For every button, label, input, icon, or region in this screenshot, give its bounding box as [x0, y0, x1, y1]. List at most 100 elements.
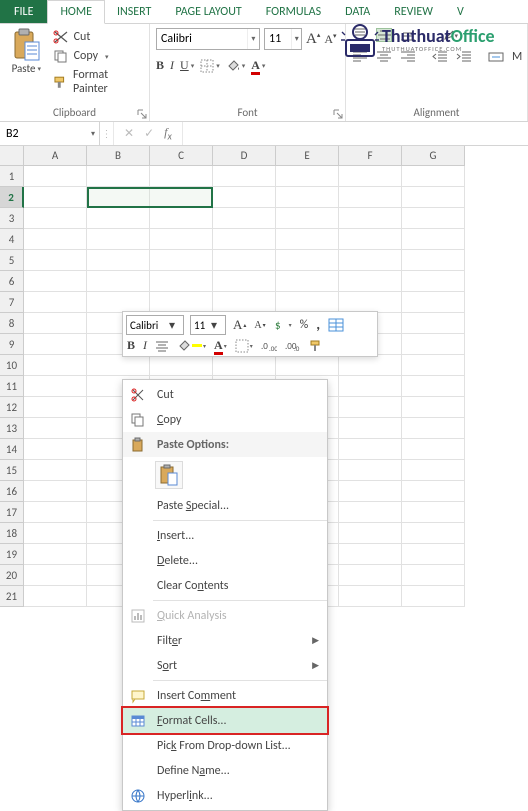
mini-decrease-font[interactable]: A▾: [253, 320, 266, 331]
mini-font-name[interactable]: ▾: [126, 315, 184, 335]
mini-format-painter[interactable]: [308, 339, 324, 353]
cell-E3[interactable]: [276, 208, 339, 229]
tab-review[interactable]: REVIEW: [382, 0, 445, 23]
name-box[interactable]: ▾: [0, 122, 100, 145]
cell-D10[interactable]: [213, 355, 276, 376]
copy-button[interactable]: Copy▾: [53, 49, 143, 63]
cell-G17[interactable]: [402, 502, 465, 523]
cell-F20[interactable]: [339, 565, 402, 586]
mini-format-table[interactable]: [327, 318, 345, 332]
row-head-10[interactable]: 10: [0, 355, 24, 376]
ctx-insert[interactable]: Insert...: [123, 523, 327, 548]
cell-G19[interactable]: [402, 544, 465, 565]
bold-button[interactable]: B: [156, 58, 164, 73]
orientation-button[interactable]: ▾: [442, 28, 458, 42]
cell-A19[interactable]: [24, 544, 87, 565]
cell-G7[interactable]: [402, 292, 465, 313]
cell-F16[interactable]: [339, 481, 402, 502]
row-head-9[interactable]: 9: [0, 334, 24, 355]
cell-F2[interactable]: [339, 187, 402, 208]
cell-F3[interactable]: [339, 208, 402, 229]
row-head-15[interactable]: 15: [0, 460, 24, 481]
cell-A13[interactable]: [24, 418, 87, 439]
cut-button[interactable]: Cut: [53, 30, 143, 44]
cell-F13[interactable]: [339, 418, 402, 439]
col-head-B[interactable]: B: [87, 146, 150, 166]
cell-C5[interactable]: [150, 250, 213, 271]
cell-F21[interactable]: [339, 586, 402, 607]
ctx-paste-default[interactable]: [155, 461, 183, 489]
decrease-indent-button[interactable]: [432, 50, 448, 64]
align-bottom-button[interactable]: [400, 28, 416, 42]
mini-fill-color[interactable]: ▾: [176, 339, 207, 353]
font-size-input[interactable]: [265, 32, 291, 46]
cell-A11[interactable]: [24, 376, 87, 397]
cell-A12[interactable]: [24, 397, 87, 418]
row-head-16[interactable]: 16: [0, 481, 24, 502]
cell-G8[interactable]: [402, 313, 465, 334]
fx-icon[interactable]: fx: [164, 125, 172, 142]
row-head-8[interactable]: 8: [0, 313, 24, 334]
cell-G14[interactable]: [402, 439, 465, 460]
cell-B1[interactable]: [87, 166, 150, 187]
cell-C7[interactable]: [150, 292, 213, 313]
mini-align-center[interactable]: [154, 340, 170, 352]
cell-A8[interactable]: [24, 313, 87, 334]
align-center-button[interactable]: [376, 50, 392, 64]
mini-borders[interactable]: ▾: [234, 339, 254, 353]
align-left-button[interactable]: [352, 50, 368, 64]
mini-accounting-format[interactable]: $▾: [273, 318, 293, 332]
cell-B6[interactable]: [87, 271, 150, 292]
cancel-icon[interactable]: ✕: [124, 126, 134, 141]
cell-C6[interactable]: [150, 271, 213, 292]
row-head-19[interactable]: 19: [0, 544, 24, 565]
cell-F11[interactable]: [339, 376, 402, 397]
tab-file[interactable]: FILE: [0, 0, 47, 23]
cell-B4[interactable]: [87, 229, 150, 250]
namebox-handle[interactable]: ⋮: [100, 122, 114, 145]
tab-home[interactable]: HOME: [47, 0, 105, 24]
cell-D3[interactable]: [213, 208, 276, 229]
tab-view[interactable]: V: [445, 0, 476, 23]
row-head-6[interactable]: 6: [0, 271, 24, 292]
cell-B3[interactable]: [87, 208, 150, 229]
chevron-down-icon[interactable]: ▾: [247, 29, 259, 49]
cell-A5[interactable]: [24, 250, 87, 271]
cell-A2[interactable]: [24, 187, 87, 208]
cell-F12[interactable]: [339, 397, 402, 418]
cell-E1[interactable]: [276, 166, 339, 187]
cell-A7[interactable]: [24, 292, 87, 313]
mini-bold[interactable]: B: [126, 338, 136, 353]
row-head-17[interactable]: 17: [0, 502, 24, 523]
cell-F1[interactable]: [339, 166, 402, 187]
font-dialog-launcher[interactable]: [333, 109, 343, 119]
col-head-F[interactable]: F: [339, 146, 402, 166]
cell-F4[interactable]: [339, 229, 402, 250]
cell-F17[interactable]: [339, 502, 402, 523]
row-head-7[interactable]: 7: [0, 292, 24, 313]
ctx-sort[interactable]: Sort▶: [123, 653, 327, 678]
ctx-pick-from-list[interactable]: Pick From Drop-down List...: [123, 733, 327, 758]
cell-G20[interactable]: [402, 565, 465, 586]
cell-G10[interactable]: [402, 355, 465, 376]
mini-decrease-decimal[interactable]: .00.0: [284, 340, 302, 352]
mini-font-color[interactable]: A▾: [213, 338, 228, 353]
row-head-12[interactable]: 12: [0, 397, 24, 418]
fill-color-button[interactable]: ▾: [226, 59, 246, 73]
cell-E7[interactable]: [276, 292, 339, 313]
ctx-paste-special[interactable]: Paste Special...: [123, 493, 327, 518]
cell-A20[interactable]: [24, 565, 87, 586]
italic-button[interactable]: I: [170, 58, 174, 73]
cell-G11[interactable]: [402, 376, 465, 397]
cell-A9[interactable]: [24, 334, 87, 355]
cell-E6[interactable]: [276, 271, 339, 292]
row-head-20[interactable]: 20: [0, 565, 24, 586]
cell-A1[interactable]: [24, 166, 87, 187]
ctx-insert-comment[interactable]: Insert Comment: [123, 683, 327, 708]
cell-E2[interactable]: [276, 187, 339, 208]
underline-button[interactable]: U▾: [180, 58, 194, 73]
mini-italic[interactable]: I: [142, 338, 148, 353]
cell-F7[interactable]: [339, 292, 402, 313]
increase-font-button[interactable]: A▴: [306, 30, 320, 48]
decrease-font-button[interactable]: A▾: [324, 31, 336, 47]
